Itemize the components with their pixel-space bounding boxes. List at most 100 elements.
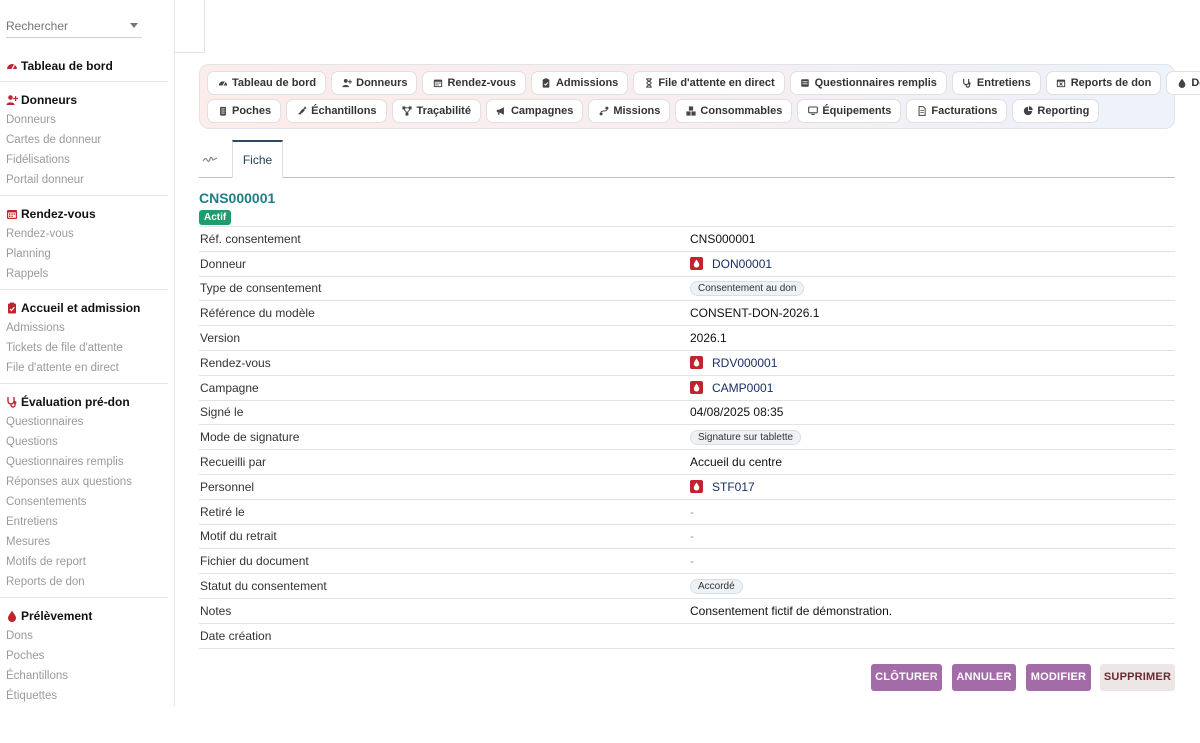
module-button-label: Tableau de bord — [232, 77, 317, 89]
modifier-button[interactable]: MODIFIER — [1026, 664, 1091, 691]
field-row: Réf. consentement CNS000001 — [199, 227, 1175, 252]
module-button-label: Reports de don — [1070, 77, 1152, 89]
sidebar-section-header[interactable]: Donneurs — [0, 90, 168, 110]
field-label: Réf. consentement — [200, 231, 301, 246]
sidebar-item[interactable]: Questions — [0, 432, 168, 452]
chevron-down-icon[interactable] — [130, 23, 138, 28]
module-button[interactable]: Missions — [588, 99, 671, 123]
module-button[interactable]: Campagnes — [485, 99, 584, 123]
sidebar-item[interactable]: Reports de don — [0, 572, 168, 592]
value-text: - — [690, 504, 694, 519]
sidebar-section-title: Évaluation pré-don — [21, 395, 130, 409]
sidebar-item[interactable]: Cartes de donneur — [0, 130, 168, 150]
record-link[interactable]: RDV000001 — [712, 356, 777, 370]
module-button[interactable]: Tableau de bord — [207, 71, 327, 95]
status-badge: Actif — [199, 210, 232, 225]
module-button[interactable]: Équipements — [797, 99, 902, 123]
sidebar-section-header[interactable]: Prélèvement — [0, 606, 168, 626]
sidebar-divider — [0, 289, 168, 290]
signature-icon[interactable] — [201, 150, 219, 168]
route-icon — [598, 106, 609, 117]
value-text: - — [690, 529, 694, 544]
stethoscope-icon — [962, 78, 973, 89]
sidebar-section-header[interactable]: Tableau de bord — [0, 56, 168, 76]
megaphone-icon — [496, 106, 507, 117]
module-button[interactable]: Dons — [1166, 71, 1200, 95]
field-value: Accordé — [690, 578, 743, 594]
sidebar-item[interactable]: Mesures — [0, 532, 168, 552]
module-button[interactable]: File d'attente en direct — [633, 71, 785, 95]
invoice-icon — [916, 106, 927, 117]
sidebar-item[interactable]: Questionnaires — [0, 412, 168, 432]
sidebar-item[interactable]: Rappels — [0, 264, 168, 284]
sidebar-section: Accueil et admission Admissions Tickets de… — [0, 298, 168, 378]
drop-icon — [690, 480, 703, 494]
module-button[interactable]: Poches — [207, 99, 282, 123]
sidebar-item[interactable]: File d'attente en direct — [0, 358, 168, 378]
sidebar-section-header[interactable]: Accueil et admission — [0, 298, 168, 318]
sidebar-item[interactable]: Consentements — [0, 492, 168, 512]
cloturer-button[interactable]: CLÔTURER — [871, 664, 942, 691]
supprimer-button[interactable]: SUPPRIMER — [1100, 664, 1175, 691]
module-button-label: Consommables — [700, 105, 783, 117]
sidebar-item[interactable]: Questionnaires remplis — [0, 452, 168, 472]
sidebar-item[interactable]: Rendez-vous — [0, 224, 168, 244]
tab-fiche[interactable]: Fiche — [232, 140, 283, 178]
sidebar-item[interactable]: Entretiens — [0, 512, 168, 532]
module-button[interactable]: Entretiens — [951, 71, 1041, 95]
sidebar-item[interactable]: Réponses aux questions — [0, 472, 168, 492]
module-button[interactable]: Admissions — [530, 71, 629, 95]
field-row: Rendez-vous RDV000001 — [199, 351, 1175, 376]
module-button[interactable]: Échantillons — [286, 99, 387, 123]
module-button-label: Traçabilité — [416, 105, 471, 117]
module-button[interactable]: Reports de don — [1045, 71, 1162, 95]
sidebar-item[interactable]: Donneurs — [0, 110, 168, 130]
sidebar-section: Donneurs Donneurs Cartes de donneur Fidélis… — [0, 90, 168, 190]
field-row: Campagne CAMP0001 — [199, 376, 1175, 401]
field-value[interactable]: RDV000001 — [690, 356, 777, 370]
sidebar-section-title: Donneurs — [21, 93, 78, 107]
field-value[interactable]: DON00001 — [690, 257, 772, 271]
field-row: Notes Consentement fictif de démonstratio… — [199, 599, 1175, 624]
record-link[interactable]: STF017 — [712, 480, 755, 494]
module-button[interactable]: Facturations — [906, 99, 1008, 123]
sidebar-item[interactable]: Portail donneur — [0, 170, 168, 190]
module-bar: Tableau de bord Donneurs Rendez-vous Admiss… — [199, 64, 1200, 129]
field-value[interactable]: STF017 — [690, 480, 755, 494]
module-button[interactable]: Reporting — [1012, 99, 1100, 123]
module-button[interactable]: Consommables — [675, 99, 793, 123]
field-value[interactable]: CAMP0001 — [690, 381, 773, 395]
module-button-label: Échantillons — [311, 105, 377, 117]
field-row: Statut du consentement Accordé — [199, 574, 1175, 599]
sidebar-section-header[interactable]: Rendez-vous — [0, 204, 168, 224]
pie-icon — [1022, 106, 1033, 117]
module-button[interactable]: Donneurs — [331, 71, 418, 95]
sidebar-item[interactable]: Tickets de file d'attente — [0, 338, 168, 358]
field-label: Notes — [200, 603, 232, 618]
record-link[interactable]: DON00001 — [712, 257, 772, 271]
module-button-label: Questionnaires remplis — [814, 77, 937, 89]
record-link[interactable]: CAMP0001 — [712, 381, 773, 395]
annuler-button[interactable]: ANNULER — [952, 664, 1016, 691]
record-title: CNS000001 — [199, 190, 276, 206]
module-button[interactable]: Questionnaires remplis — [789, 71, 947, 95]
field-label: Mode de signature — [200, 430, 300, 445]
search-input[interactable] — [6, 16, 126, 36]
sidebar-item[interactable]: Dons — [0, 626, 168, 646]
sidebar-item[interactable]: Planning — [0, 244, 168, 264]
module-button[interactable]: Rendez-vous — [422, 71, 526, 95]
field-value: - — [690, 505, 694, 519]
field-value: CONSENT-DON-2026.1 — [690, 306, 819, 320]
calendar-icon — [432, 78, 443, 89]
stethoscope-icon — [5, 395, 19, 409]
sidebar-item[interactable]: Admissions — [0, 318, 168, 338]
sidebar-search[interactable] — [6, 16, 142, 38]
field-value: - — [690, 529, 694, 543]
module-button[interactable]: Traçabilité — [391, 99, 481, 123]
bag-icon — [217, 106, 228, 117]
sidebar-item[interactable]: Poches — [0, 646, 168, 666]
field-label: Recueilli par — [200, 455, 267, 470]
sidebar-section-header[interactable]: Évaluation pré-don — [0, 392, 168, 412]
sidebar-item[interactable]: Fidélisations — [0, 150, 168, 170]
sidebar-item[interactable]: Motifs de report — [0, 552, 168, 572]
